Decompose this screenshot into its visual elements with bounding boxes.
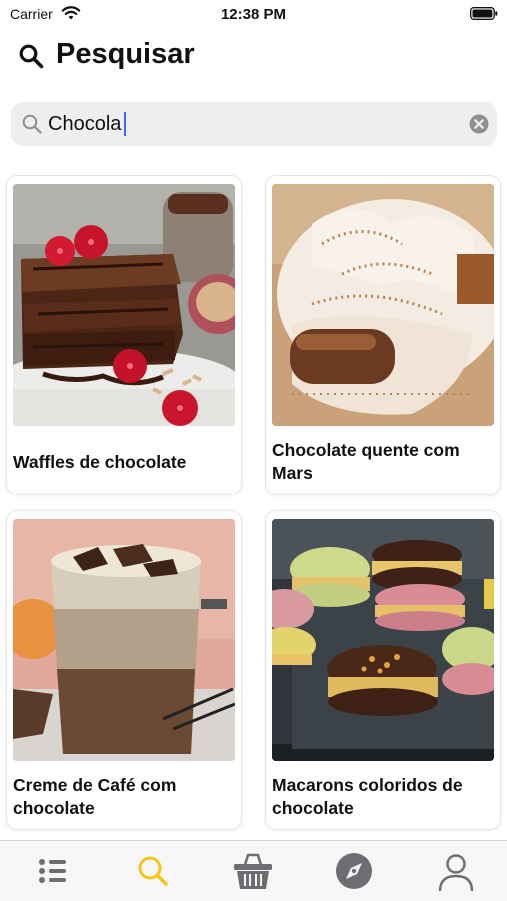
- recipe-card[interactable]: Creme de Café com chocolate: [7, 511, 241, 829]
- tab-search[interactable]: [131, 849, 175, 893]
- search-input[interactable]: [48, 108, 448, 140]
- recipe-card[interactable]: Waffles de chocolate: [7, 176, 241, 494]
- tab-list[interactable]: [30, 849, 74, 893]
- recipe-card[interactable]: Chocolate quente com Mars: [266, 176, 500, 494]
- search-field-icon: [22, 114, 42, 134]
- recipe-image-macarons: [272, 519, 494, 761]
- recipe-title: Creme de Café com chocolate: [13, 775, 177, 818]
- recipe-image-waffles: [13, 184, 235, 426]
- recipe-card[interactable]: Macarons coloridos de chocolate: [266, 511, 500, 829]
- search-bar[interactable]: [11, 102, 497, 146]
- clock: 12:38 PM: [220, 6, 287, 23]
- profile-icon: [438, 854, 474, 892]
- search-icon: [19, 44, 44, 69]
- recipe-title: Chocolate quente com Mars: [272, 440, 460, 483]
- tab-bar: [0, 840, 507, 901]
- battery-icon: [470, 7, 498, 20]
- text-caret: [124, 112, 126, 136]
- recipe-image-chocolate-quente: [272, 184, 494, 426]
- compass-icon: [336, 853, 372, 889]
- search-icon: [138, 856, 168, 886]
- tab-profile[interactable]: [434, 849, 478, 893]
- recipe-title: Macarons coloridos de chocolate: [272, 775, 463, 818]
- clear-icon[interactable]: [469, 114, 489, 134]
- list-icon: [39, 859, 66, 883]
- app-screen: Carrier 12:38 PM Pesquisar Chocola Waffl…: [0, 0, 507, 901]
- basket-icon: [234, 853, 272, 889]
- recipe-image-creme-de-cafe: [13, 519, 235, 761]
- recipe-title: Waffles de chocolate: [13, 451, 187, 472]
- status-bar: Carrier 12:38 PM: [0, 0, 507, 28]
- results-grid: Waffles de chocolate Chocolate quente co…: [7, 176, 501, 836]
- tab-discover[interactable]: [332, 849, 376, 893]
- page-title: Pesquisar: [56, 38, 195, 70]
- tab-basket[interactable]: [231, 849, 275, 893]
